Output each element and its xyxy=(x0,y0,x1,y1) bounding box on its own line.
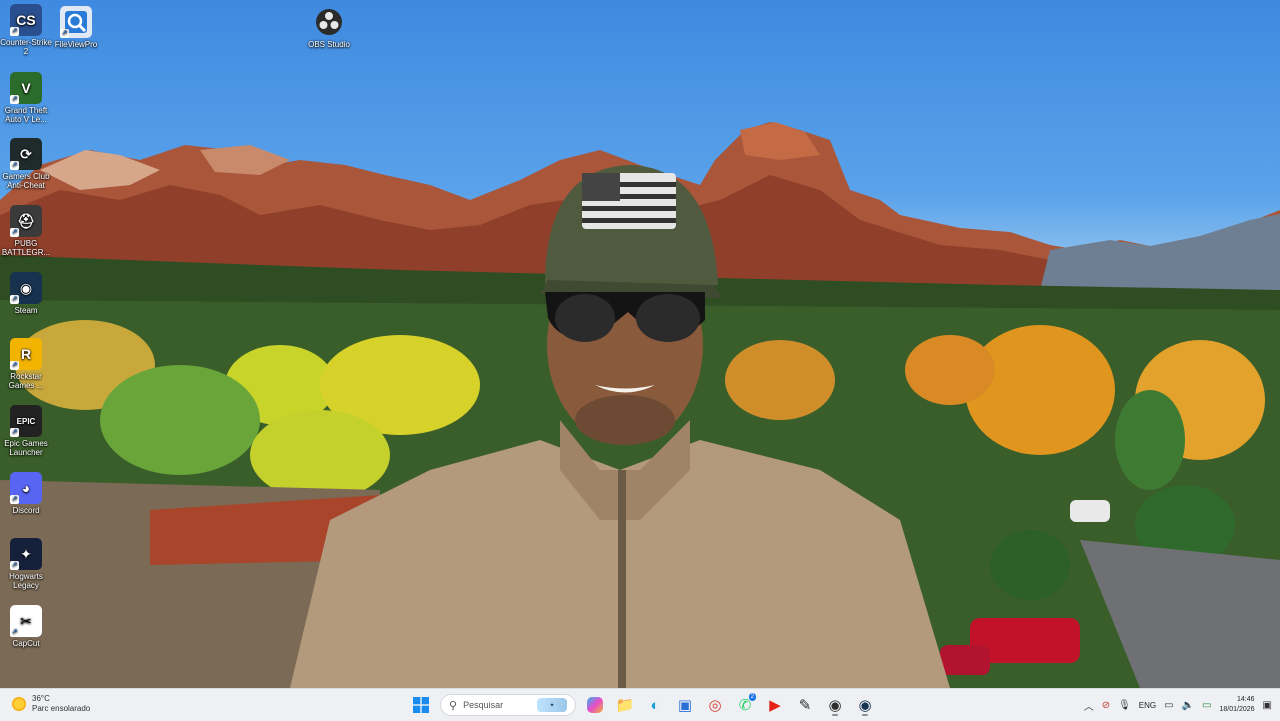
discord-icon: ◕ ↗ xyxy=(10,472,42,504)
capcut-icon: ✂ ↗ xyxy=(10,605,42,637)
steam-icon: ◉ ↗ xyxy=(10,272,42,304)
gta-icon: V ↗ xyxy=(10,72,42,104)
search-placeholder: Pesquisar xyxy=(463,700,504,710)
shortcut-arrow-icon: ↗ xyxy=(10,561,19,570)
running-indicator xyxy=(862,714,868,716)
windows-logo-icon xyxy=(413,697,429,713)
battery-icon[interactable]: ▭ xyxy=(1202,700,1211,711)
clock-date: 18/01/2026 xyxy=(1219,706,1255,713)
editor-icon: ✎ xyxy=(798,697,812,714)
desktop-icon-gta[interactable]: V ↗ Grand Theft Auto V Le... xyxy=(0,72,52,124)
taskbar-app-steam-taskbar[interactable]: ◉ xyxy=(852,693,878,717)
taskbar-app-editor[interactable]: ✎ xyxy=(792,693,818,717)
desktop-icon-label: Epic Games Launcher xyxy=(4,439,48,457)
shortcut-arrow-icon: ↗ xyxy=(10,27,19,36)
desktop-icon-label: Counter-Strike 2 xyxy=(0,38,52,56)
desktop-icon-epic-games[interactable]: EPIC ↗ Epic Games Launcher xyxy=(0,405,52,457)
gamers-club-icon: ⟳ ↗ xyxy=(10,138,42,170)
desktop-icon-label: FileViewPro xyxy=(54,40,98,49)
desktop-icon-obs-studio[interactable]: OBS Studio xyxy=(303,6,355,49)
desktop-wallpaper xyxy=(0,0,1280,688)
clock-time: 14:46 xyxy=(1237,696,1255,703)
desktop-icon-label: Gamers Club Anti-Cheat xyxy=(2,172,50,190)
taskbar-app-file-explorer[interactable]: 📁 xyxy=(612,693,638,717)
desktop-icon-steam[interactable]: ◉ ↗ Steam xyxy=(0,272,52,315)
desktop-icon-rockstar[interactable]: R ↗ Rockstar Games ... xyxy=(0,338,52,390)
chevron-up-icon[interactable]: ︿ xyxy=(1084,698,1094,713)
desktop-icon-counter-strike[interactable]: CS ↗ Counter-Strike 2 xyxy=(0,4,52,56)
hogwarts-icon: ✦ ↗ xyxy=(10,538,42,570)
network-icon[interactable]: ▭ xyxy=(1164,700,1173,711)
desktop-icon-capcut[interactable]: ✂ ↗ CapCut xyxy=(0,605,52,648)
taskbar-app-obs-taskbar[interactable]: ◉ xyxy=(822,693,848,717)
taskbar-pinned-apps: 📁 ◐ ▣ ◎ ✆ 2 ▶ ✎ ◉ ◉ xyxy=(612,693,878,717)
desktop-icon-label: PUBG BATTLEGR... xyxy=(1,239,51,257)
security-icon[interactable]: ⊘ xyxy=(1102,700,1110,711)
desktop-icon-label: Hogwarts Legacy xyxy=(9,572,43,590)
taskbar-search-box[interactable]: ⚲ Pesquisar ✦ xyxy=(440,694,576,716)
counter-strike-icon: CS ↗ xyxy=(10,4,42,36)
shortcut-arrow-icon: ↗ xyxy=(10,161,19,170)
obs-studio-icon xyxy=(313,6,345,38)
rockstar-icon: R ↗ xyxy=(10,338,42,370)
shortcut-arrow-icon: ↗ xyxy=(10,295,19,304)
desktop-icon-label: Rockstar Games ... xyxy=(8,372,44,390)
shortcut-arrow-icon: ↗ xyxy=(10,428,19,437)
shortcut-arrow-icon: ↗ xyxy=(10,228,19,237)
shortcut-arrow-icon: ↗ xyxy=(10,95,19,104)
notification-badge: 2 xyxy=(748,693,756,701)
desktop-icon-label: Discord xyxy=(12,506,40,515)
desktop-icon-label: CapCut xyxy=(12,639,40,648)
desktop-icon-label: Steam xyxy=(14,306,38,315)
desktop-icon-label: OBS Studio xyxy=(308,40,350,49)
file-explorer-icon: 📁 xyxy=(615,697,635,714)
microphone-icon[interactable]: 🎙 xyxy=(1118,700,1131,711)
clock[interactable]: 14:46 18/01/2026 xyxy=(1220,695,1255,715)
epic-games-icon: EPIC ↗ xyxy=(10,405,42,437)
desktop-icon-gamers-club[interactable]: ⟳ ↗ Gamers Club Anti-Cheat xyxy=(0,138,52,190)
taskbar-app-chrome[interactable]: ◎ xyxy=(702,693,728,717)
copilot-icon xyxy=(587,697,603,713)
taskbar-app-store[interactable]: ▣ xyxy=(672,693,698,717)
desktop-icon-pubg[interactable]: ⛑ ↗ PUBG BATTLEGR... xyxy=(0,205,52,257)
pubg-icon: ⛑ ↗ xyxy=(10,205,42,237)
start-button[interactable] xyxy=(408,693,434,717)
fileviewpro-icon: ↗ xyxy=(60,6,92,38)
taskbar-app-edge[interactable]: ◐ xyxy=(642,693,668,717)
wallpaper-landscape xyxy=(0,122,1280,688)
youtube-icon: ▶ xyxy=(769,697,781,714)
taskbar-app-whatsapp[interactable]: ✆ 2 xyxy=(732,693,758,717)
volume-icon[interactable]: 🔈 xyxy=(1182,700,1194,711)
search-highlight-image: ✦ xyxy=(537,698,567,712)
taskbar: 36°C Parc ensolarado ⚲ Pesquisar ✦ 📁 ◐ ▣ ◎ ✆… xyxy=(0,688,1280,721)
search-icon: ⚲ xyxy=(449,699,458,712)
store-icon: ▣ xyxy=(677,697,693,714)
taskbar-center: ⚲ Pesquisar ✦ 📁 ◐ ▣ ◎ ✆ 2 ▶ ✎ ◉ ◉ xyxy=(408,693,878,717)
weather-description: Parc ensolarado xyxy=(32,704,91,713)
system-tray: ︿ ⊘ 🎙 ENG ▭ 🔈 ▭ 14:46 18/01/2026 ▣ xyxy=(1084,693,1272,717)
copilot-button[interactable] xyxy=(582,693,608,717)
language-indicator[interactable]: ENG xyxy=(1139,701,1156,710)
running-indicator xyxy=(832,714,838,716)
weather-widget[interactable]: 36°C Parc ensolarado xyxy=(12,694,90,714)
notification-bell-icon[interactable]: ▣ xyxy=(1263,700,1272,711)
weather-temperature: 36°C xyxy=(32,694,50,703)
shortcut-arrow-icon: ↗ xyxy=(60,29,69,38)
shortcut-arrow-icon: ↗ xyxy=(10,495,19,504)
desktop-icon-discord[interactable]: ◕ ↗ Discord xyxy=(0,472,52,515)
steam-taskbar-icon: ◉ xyxy=(858,697,872,714)
sun-icon xyxy=(12,697,26,711)
edge-icon: ◐ xyxy=(650,696,660,714)
desktop-icon-hogwarts[interactable]: ✦ ↗ Hogwarts Legacy xyxy=(0,538,52,590)
desktop-icon-fileviewpro[interactable]: ↗ FileViewPro xyxy=(50,6,102,49)
shortcut-arrow-icon: ↗ xyxy=(10,361,19,370)
obs-taskbar-icon: ◉ xyxy=(828,697,842,714)
chrome-icon: ◎ xyxy=(708,697,722,714)
desktop-icon-label: Grand Theft Auto V Le... xyxy=(4,106,48,124)
taskbar-app-youtube[interactable]: ▶ xyxy=(762,693,788,717)
shortcut-arrow-icon: ↗ xyxy=(10,628,19,637)
